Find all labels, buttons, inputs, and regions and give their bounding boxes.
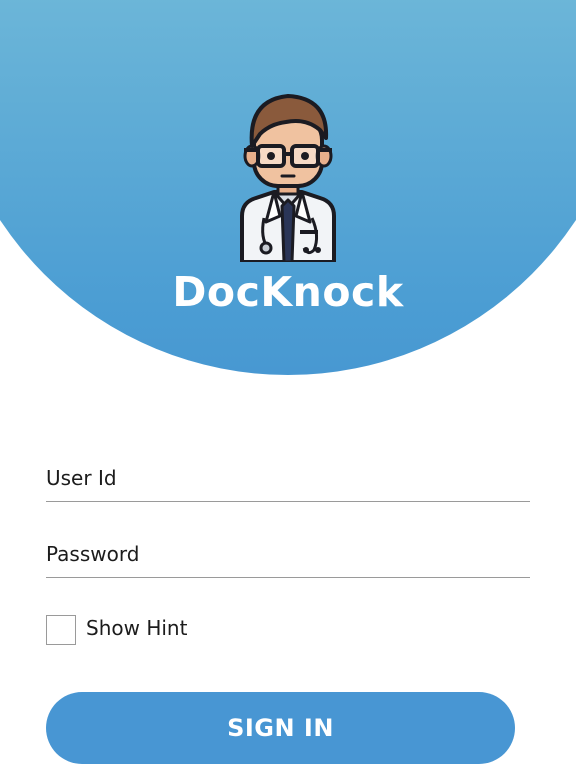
user-id-field[interactable]	[46, 455, 530, 502]
doctor-avatar-icon	[240, 94, 336, 262]
login-screen: DocKnock Show Hint SIGN IN	[0, 0, 576, 775]
sign-in-button[interactable]: SIGN IN	[46, 692, 515, 764]
show-hint-row[interactable]: Show Hint	[46, 613, 187, 647]
show-hint-label: Show Hint	[86, 616, 188, 640]
show-hint-checkbox[interactable]	[46, 615, 76, 645]
sign-in-button-label: SIGN IN	[227, 714, 334, 742]
password-field[interactable]	[46, 531, 530, 578]
app-title: DocKnock	[172, 268, 404, 316]
